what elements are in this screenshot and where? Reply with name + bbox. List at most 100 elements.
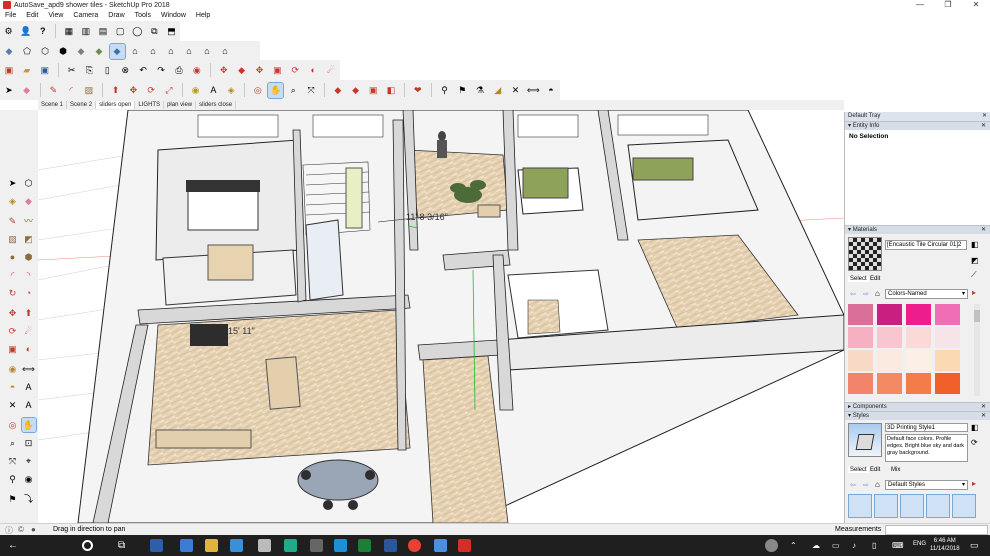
style-thumb[interactable] bbox=[900, 494, 924, 518]
user-icon[interactable]: 👤 bbox=[19, 24, 33, 39]
language-indicator[interactable]: ENG bbox=[913, 541, 926, 547]
section-side-icon[interactable]: ⤵ bbox=[22, 492, 36, 506]
back-arrow-icon[interactable]: ← bbox=[8, 539, 21, 552]
material-swatch[interactable] bbox=[906, 327, 931, 348]
generate-report-icon[interactable]: ◯ bbox=[130, 24, 144, 39]
task-view-icon[interactable]: ⧉ bbox=[118, 539, 131, 552]
dimension-icon[interactable]: ⟺ bbox=[526, 83, 541, 98]
three-point-arc-icon[interactable]: ↻ bbox=[6, 286, 20, 300]
materials-scrollbar[interactable] bbox=[974, 304, 980, 396]
dimension-side-icon[interactable]: ⟺ bbox=[22, 362, 36, 376]
store-icon[interactable] bbox=[150, 539, 163, 552]
restore-button[interactable]: ❐ bbox=[934, 0, 962, 10]
material-swatch[interactable] bbox=[906, 373, 931, 394]
new-file-icon[interactable]: ▣ bbox=[2, 63, 17, 78]
app-icon[interactable] bbox=[434, 539, 447, 552]
walk-icon[interactable]: ⚲ bbox=[437, 83, 452, 98]
material-swatch[interactable] bbox=[877, 373, 902, 394]
move-red-icon[interactable]: ✥ bbox=[216, 63, 231, 78]
text-icon[interactable]: A bbox=[206, 83, 221, 98]
material-swatch[interactable] bbox=[906, 304, 931, 325]
zoom-extents-icon[interactable]: ⤧ bbox=[304, 83, 319, 98]
clock[interactable]: 6:46 AM 11/14/2018 bbox=[930, 537, 960, 553]
select-arrow-icon[interactable]: ➤ bbox=[2, 83, 17, 98]
follow-me-red-icon[interactable]: ⟳ bbox=[288, 63, 303, 78]
cortana-icon[interactable] bbox=[82, 540, 93, 551]
network-icon[interactable]: ▭ bbox=[832, 539, 845, 552]
wireframe-icon[interactable]: ⬡ bbox=[38, 44, 53, 59]
follow-side-icon[interactable]: ☄ bbox=[22, 324, 36, 338]
excel-icon[interactable] bbox=[358, 539, 371, 552]
material-swatch[interactable] bbox=[935, 373, 960, 394]
app-icon[interactable] bbox=[258, 539, 271, 552]
style-library-select[interactable]: Default Styles ▾ bbox=[885, 480, 968, 490]
right-view-icon[interactable]: ⌂ bbox=[182, 44, 197, 59]
polygon-icon[interactable]: ⬢ bbox=[22, 250, 36, 264]
user-status-icon[interactable]: ● bbox=[31, 525, 36, 534]
layout-icon[interactable]: ▢ bbox=[113, 24, 127, 39]
offset-red-icon[interactable]: ◐ bbox=[306, 63, 321, 78]
erase-icon[interactable]: ⊗ bbox=[118, 63, 133, 78]
rotated-rect-icon[interactable]: ◩ bbox=[22, 232, 36, 246]
walk-side-icon[interactable]: ⚲ bbox=[6, 472, 20, 486]
components-header[interactable]: ▸ Components ✕ bbox=[845, 402, 990, 411]
zoom-side-icon[interactable]: ⌕ bbox=[6, 436, 20, 450]
scale-red-icon[interactable]: ▣ bbox=[270, 63, 285, 78]
tape-measure-icon[interactable]: ◉ bbox=[188, 83, 203, 98]
circle-icon[interactable]: ● bbox=[6, 250, 20, 264]
rectangle-icon[interactable]: ▨ bbox=[81, 83, 96, 98]
material-swatch[interactable] bbox=[935, 350, 960, 371]
tab-plan-view[interactable]: plan view bbox=[164, 101, 197, 109]
move-icon[interactable]: ✥ bbox=[126, 83, 141, 98]
flip-red-icon[interactable]: ☄ bbox=[324, 63, 339, 78]
menu-edit[interactable]: Edit bbox=[21, 12, 43, 19]
menu-tools[interactable]: Tools bbox=[130, 12, 156, 19]
look-side-icon[interactable]: ◉ bbox=[22, 472, 36, 486]
styles-tab-edit[interactable]: Edit bbox=[870, 467, 880, 473]
orbit-icon[interactable]: ◎ bbox=[250, 83, 265, 98]
paint-icon[interactable]: ◈ bbox=[6, 194, 20, 208]
warehouse-icon[interactable]: ▦ bbox=[62, 24, 76, 39]
styles-details-icon[interactable]: ▸ bbox=[972, 479, 976, 488]
paint-bucket-icon[interactable]: ◈ bbox=[224, 83, 239, 98]
back-icon[interactable]: ⇦ bbox=[850, 290, 856, 298]
default-material-icon[interactable]: ◩ bbox=[971, 256, 979, 265]
pie-icon[interactable]: ◔ bbox=[22, 286, 36, 300]
entity-info-close-icon[interactable]: ✕ bbox=[981, 122, 986, 131]
redo-icon[interactable]: ↷ bbox=[154, 63, 169, 78]
eraser-side-icon[interactable]: ◆ bbox=[22, 194, 36, 208]
left-view-icon[interactable]: ⌂ bbox=[218, 44, 233, 59]
sketchup-taskbar-icon[interactable] bbox=[458, 539, 471, 552]
update-style-icon[interactable]: ⟳ bbox=[971, 438, 978, 447]
protractor-icon[interactable]: ◓ bbox=[544, 83, 559, 98]
tray-up-icon[interactable]: ⌃ bbox=[790, 539, 803, 552]
share-model-icon[interactable]: ▥ bbox=[79, 24, 93, 39]
style-thumb[interactable] bbox=[848, 494, 872, 518]
measurements-input[interactable] bbox=[885, 525, 988, 535]
style-description-field[interactable]: Default face colors. Profile edges. Brig… bbox=[885, 434, 968, 462]
style-name-field[interactable]: 3D Printing Style1 bbox=[885, 423, 968, 432]
style-thumb[interactable] bbox=[952, 494, 976, 518]
monochrome-icon[interactable]: ◆ bbox=[108, 42, 126, 60]
axes-side-icon[interactable]: ✕ bbox=[6, 398, 20, 412]
material-swatch[interactable] bbox=[877, 304, 902, 325]
scale-side-icon[interactable]: ▣ bbox=[6, 342, 20, 356]
tab-sliders-close[interactable]: sliders close bbox=[196, 101, 237, 109]
word-icon[interactable] bbox=[384, 539, 397, 552]
paste-icon[interactable]: ▯ bbox=[100, 63, 115, 78]
tab-select[interactable]: Select bbox=[848, 276, 869, 282]
battery-icon[interactable]: ▯ bbox=[872, 539, 885, 552]
line-pencil-icon[interactable]: ✎ bbox=[46, 83, 61, 98]
pencil-icon[interactable]: ✎ bbox=[6, 214, 20, 228]
credits-icon[interactable]: © bbox=[18, 525, 24, 534]
cut-icon[interactable]: ✂ bbox=[64, 63, 79, 78]
orbit-side-icon[interactable]: ◎ bbox=[6, 418, 20, 432]
app-icon[interactable] bbox=[230, 539, 243, 552]
warehouse-3d-icon[interactable]: ◆ bbox=[330, 83, 345, 98]
rect-icon[interactable]: ▨ bbox=[6, 232, 20, 246]
material-swatch[interactable] bbox=[848, 327, 873, 348]
shaded-icon[interactable]: ◆ bbox=[74, 44, 89, 59]
create-style-icon[interactable]: ◧ bbox=[971, 423, 979, 432]
model-info-icon[interactable]: ◉ bbox=[189, 63, 204, 78]
save-icon[interactable]: ▣ bbox=[37, 63, 52, 78]
